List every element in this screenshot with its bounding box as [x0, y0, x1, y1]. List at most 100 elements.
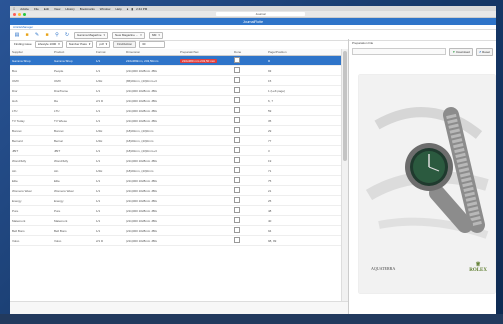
- table-cell: [178, 175, 232, 186]
- file-path-field[interactable]: [352, 48, 447, 55]
- done-checkbox[interactable]: [234, 187, 240, 193]
- table-cell: TV Wiese: [52, 115, 94, 126]
- filter-select-number[interactable]: Number Pass ▾: [65, 40, 94, 48]
- table-cell: 29: [266, 125, 342, 136]
- table-cell: (18)00mm, (43)0mm: [124, 125, 178, 136]
- menu-item[interactable]: History: [65, 7, 74, 11]
- find-action-button[interactable]: Find/Action: [113, 40, 137, 48]
- edit-icon[interactable]: ✎: [34, 32, 40, 38]
- article-list-panel: Finding issue Lifestyle 1000 ▾ Number Pa…: [10, 39, 349, 314]
- done-checkbox[interactable]: [234, 167, 240, 173]
- done-checkbox[interactable]: [234, 87, 240, 93]
- done-checkbox-cell: [232, 205, 266, 216]
- done-checkbox[interactable]: [234, 217, 240, 223]
- done-checkbox[interactable]: [234, 147, 240, 153]
- document-icon[interactable]: ▤: [14, 32, 20, 38]
- table-row[interactable]: Hub Ra 2/1 D (211)000 1028mm JBG 6, 7: [10, 95, 342, 106]
- filter-select-type[interactable]: pdf ▾: [96, 40, 111, 48]
- clock[interactable]: 2:44 PM: [136, 7, 147, 11]
- done-checkbox[interactable]: [234, 237, 240, 243]
- issue-select[interactable]: New Magazine ... ▾: [112, 31, 145, 39]
- battery-icon[interactable]: ▮: [131, 7, 133, 11]
- table-row[interactable]: Wondrfully Wondrfully 1/1 (211)000 1028mm J…: [10, 155, 342, 166]
- filter-value-input[interactable]: 30: [139, 40, 166, 48]
- table-row[interactable]: Volvo Volvo 2/1 D (211)000 1028mm JBG 98, 99: [10, 235, 342, 246]
- open-folder-icon[interactable]: ■: [44, 32, 50, 38]
- table-row[interactable]: Bell Bons Bell Bons 1/1 (211)000 1028mm JBG…: [10, 225, 342, 236]
- edition-select[interactable]: NM ▾: [148, 31, 163, 39]
- done-checkbox[interactable]: [234, 117, 240, 123]
- preview-file-row: ▼ Download ↺ Reset: [349, 47, 496, 56]
- table-row[interactable]: Elite Elite 1/1 (211)000 1028mm JBG 75: [10, 175, 342, 186]
- menu-item[interactable]: File: [34, 7, 39, 11]
- table-row[interactable]: Bernard Bernar 1/2H (18)00mm, (43)0mm 77: [10, 135, 342, 146]
- maximize-window-icon[interactable]: [23, 12, 26, 16]
- wifi-icon[interactable]: ●: [127, 7, 129, 11]
- apple-icon[interactable]: : [13, 7, 15, 11]
- download-button[interactable]: ▼ Download: [449, 47, 473, 56]
- table-row[interactable]: Bonnet Bonnet 1/2H (18)00mm, (43)0mm 29: [10, 125, 342, 136]
- table-row[interactable]: LTU LTU 1/1 (211)000 1028mm JBG 59: [10, 105, 342, 116]
- done-checkbox[interactable]: [234, 207, 240, 213]
- folder-icon[interactable]: ■: [24, 32, 30, 38]
- done-checkbox[interactable]: [234, 77, 240, 83]
- table-cell: 25: [266, 195, 342, 206]
- table-cell: (211)000 1028mm JBG: [124, 115, 178, 126]
- table-row[interactable]: Pure Pure 1/1 (211)000 1028mm JBG 48: [10, 205, 342, 216]
- table-cell: Gamma Shop: [10, 55, 52, 66]
- table-cell: (211)000 1028mm JBG: [124, 175, 178, 186]
- refresh-icon[interactable]: ↻: [64, 32, 70, 38]
- article-table: Supplier Product Format Dimension Prepar…: [10, 49, 342, 246]
- menu-item[interactable]: Adobe: [20, 7, 29, 11]
- table-row[interactable]: Energy Energy 1/1 (211)000 1028mm JBG 25: [10, 195, 342, 206]
- table-scrollbar[interactable]: [341, 49, 348, 302]
- close-window-icon[interactable]: [13, 12, 16, 16]
- done-checkbox[interactable]: [234, 227, 240, 233]
- table-row[interactable]: Box People 1/1 (211)000 1028mm JBG 93: [10, 65, 342, 76]
- table-cell: 1/1: [94, 115, 124, 126]
- done-checkbox[interactable]: [234, 107, 240, 113]
- table-cell: Bernard: [10, 135, 52, 146]
- table-row[interactable]: Womens Wear Womens Wear 1/1 (211)000 1028mm…: [10, 185, 342, 196]
- done-checkbox[interactable]: [234, 57, 240, 63]
- table-row[interactable]: OMX OMX 1/2H (86)00mm, (43)0mm+3 15: [10, 75, 342, 86]
- search-icon[interactable]: ⚲: [54, 32, 60, 38]
- table-cell: 2/1 D: [94, 95, 124, 106]
- table-cell: (211)000 1028mm JBG: [124, 195, 178, 206]
- done-checkbox[interactable]: [234, 177, 240, 183]
- table-row[interactable]: Gamma Shop Gamma Shop 1/1 210x280mm, 243,50…: [10, 55, 342, 66]
- done-checkbox-cell: [232, 155, 266, 166]
- table-row[interactable]: Matemont Matemont 1/1 (211)000 1028mm JBG 40: [10, 215, 342, 226]
- table-cell: Pure: [10, 205, 52, 216]
- scrollbar-thumb[interactable]: [343, 51, 347, 161]
- done-checkbox[interactable]: [234, 67, 240, 73]
- table-cell: 98, 99: [266, 235, 342, 246]
- menu-item[interactable]: Window: [100, 7, 111, 11]
- address-bar[interactable]: Journal: [215, 12, 306, 16]
- menu-item[interactable]: Edit: [44, 7, 49, 11]
- done-checkbox[interactable]: [234, 137, 240, 143]
- done-checkbox-cell: [232, 115, 266, 126]
- magazine-select[interactable]: Gamma Magazine ▾: [74, 31, 109, 39]
- done-checkbox[interactable]: [234, 157, 240, 163]
- table-row[interactable]: TV Today TV Wiese 1/1 (211)000 1028mm JBG 35: [10, 115, 342, 126]
- done-checkbox[interactable]: [234, 127, 240, 133]
- minimize-window-icon[interactable]: [18, 12, 21, 16]
- table-row[interactable]: JBIT JBIT 1/1 (18)00mm, (43)0mm+3 3: [10, 145, 342, 156]
- done-checkbox-cell: [232, 195, 266, 206]
- ad-brand-text: AQUATERRA: [371, 266, 396, 271]
- done-checkbox[interactable]: [234, 97, 240, 103]
- menu-item[interactable]: Help: [115, 7, 121, 11]
- filter-select-issue[interactable]: Lifestyle 1000 ▾: [34, 40, 63, 48]
- table-row[interactable]: Dior Dior/Fame 1/1 (211)000 1028mm JBG 1 (Le…: [10, 85, 342, 96]
- app-subtitle[interactable]: ArticleManager: [13, 25, 33, 29]
- table-cell: TV Today: [10, 115, 52, 126]
- done-checkbox-cell: [232, 225, 266, 236]
- table-row[interactable]: Ain Ain 1/2H (18)00mm, (43)0mm 71: [10, 165, 342, 176]
- done-checkbox[interactable]: [234, 197, 240, 203]
- menu-item[interactable]: View: [54, 7, 60, 11]
- table-cell: 210x280 mm 243,50 mm: [178, 55, 232, 66]
- menu-item[interactable]: Bookmarks: [80, 7, 95, 11]
- table-cell: 1/2H: [94, 75, 124, 86]
- reset-button[interactable]: ↺ Reset: [475, 47, 493, 56]
